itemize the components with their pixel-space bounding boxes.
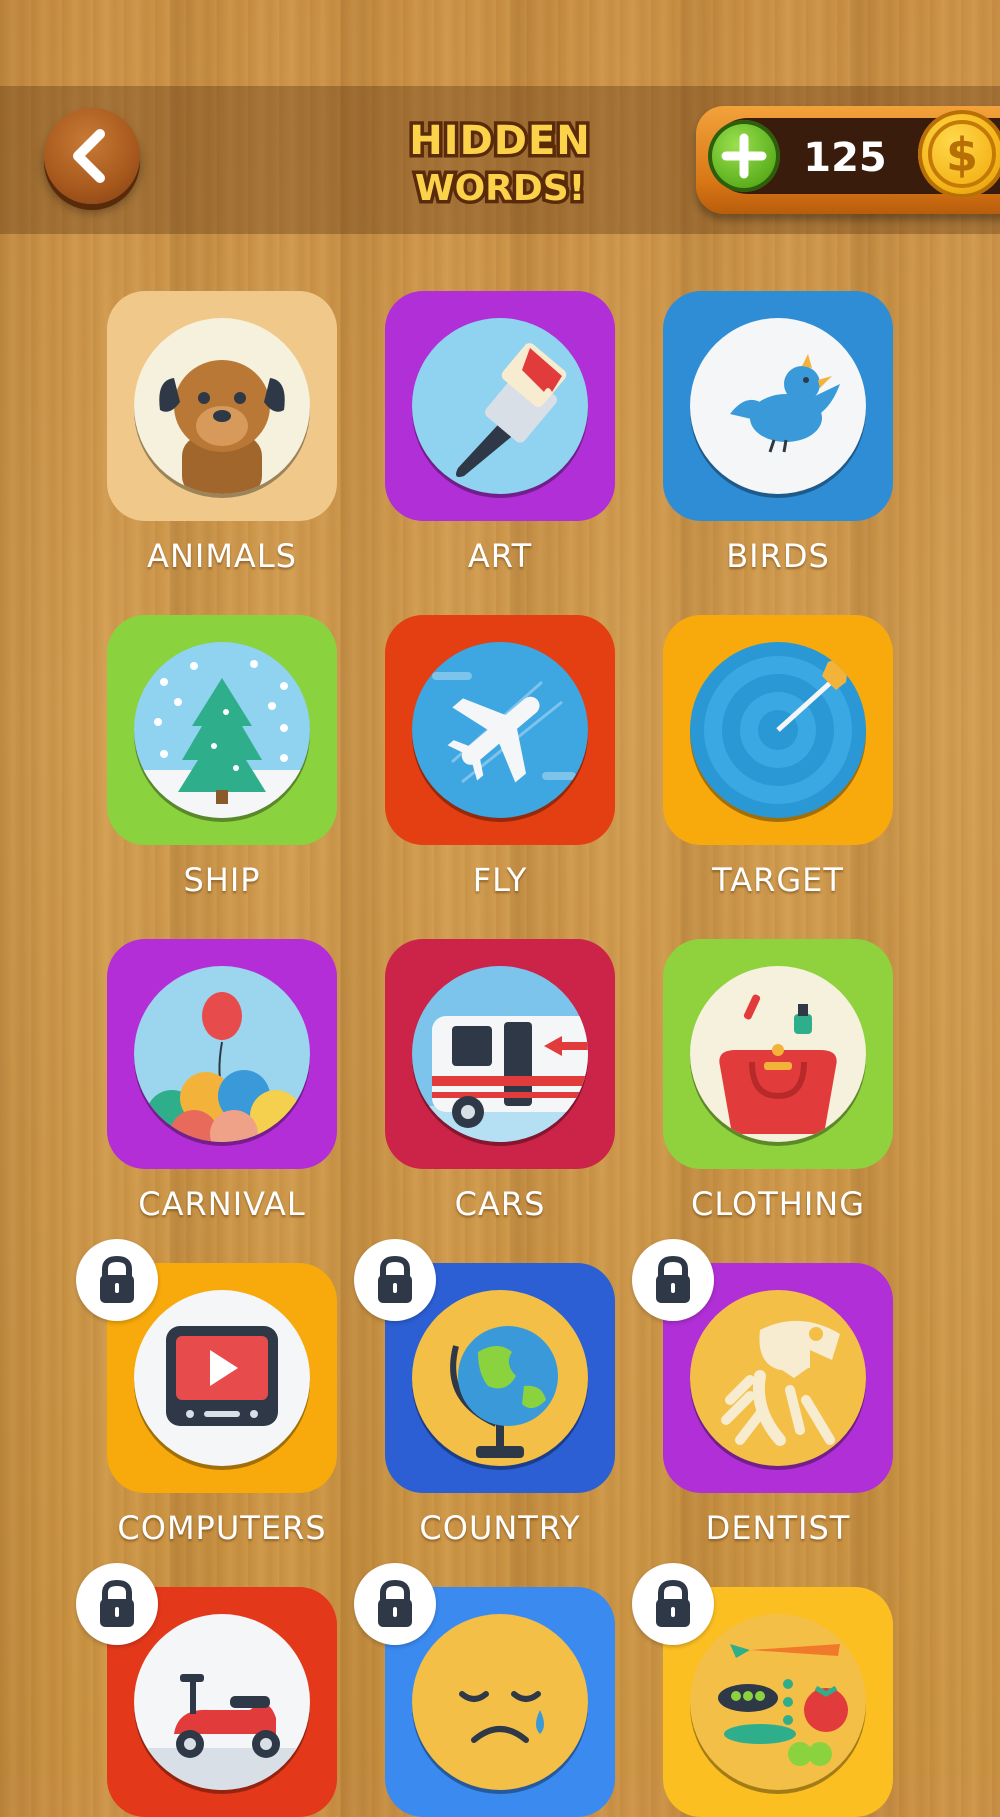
category-tile-birds[interactable] (663, 291, 893, 521)
target-arrow-icon (690, 642, 866, 818)
category-tile-art[interactable] (385, 291, 615, 521)
back-button[interactable] (44, 108, 140, 204)
category-tile-carnival[interactable] (107, 939, 337, 1169)
lock-icon (378, 1255, 412, 1303)
ambulance-icon (412, 966, 588, 1142)
coin-count: 125 (803, 135, 887, 181)
lock-icon (656, 1579, 690, 1627)
category-label: CLOTHING (691, 1185, 865, 1223)
category-label: FLY (472, 861, 528, 899)
category-tile-fly[interactable] (385, 615, 615, 845)
hidden-words-logo: HIDDEN WORDS! (390, 110, 610, 213)
balloons-icon (134, 966, 310, 1142)
svg-text:HIDDEN: HIDDEN (409, 118, 591, 164)
category-tile-ship[interactable] (107, 615, 337, 845)
lock-badge (76, 1563, 158, 1645)
category-label: COMPUTERS (117, 1509, 327, 1547)
lock-icon (100, 1255, 134, 1303)
category-tile-cars[interactable] (385, 939, 615, 1169)
dollar-coin-icon: $ (918, 110, 1000, 198)
svg-text:WORDS!: WORDS! (415, 168, 585, 209)
category-label: ART (467, 537, 533, 575)
airplane-icon (412, 642, 588, 818)
dinosaur-skeleton-icon (690, 1290, 866, 1466)
lock-icon (378, 1579, 412, 1627)
vegetables-icon (690, 1614, 866, 1790)
paintbrush-icon (412, 318, 588, 494)
sad-face-icon (412, 1614, 588, 1790)
snow-globe-tree-icon (134, 642, 310, 818)
handbag-icon (690, 966, 866, 1142)
lock-badge (632, 1563, 714, 1645)
chevron-left-icon (73, 129, 105, 183)
category-label: DENTIST (705, 1509, 851, 1547)
category-tile-animals[interactable] (107, 291, 337, 521)
tv-play-icon (134, 1290, 310, 1466)
dog-icon (134, 318, 310, 494)
category-label: CARS (454, 1185, 546, 1223)
lock-icon (656, 1255, 690, 1303)
scooter-icon (134, 1614, 310, 1790)
lock-icon (100, 1579, 134, 1627)
lock-badge (354, 1563, 436, 1645)
category-tile-target[interactable] (663, 615, 893, 845)
category-label: BIRDS (726, 537, 830, 575)
svg-text:$: $ (946, 128, 978, 182)
lock-badge (76, 1239, 158, 1321)
plus-icon (721, 133, 767, 179)
category-label: COUNTRY (419, 1509, 581, 1547)
category-label: SHIP (183, 861, 261, 899)
lock-badge (632, 1239, 714, 1321)
category-label: TARGET (712, 861, 844, 899)
add-coins-button[interactable] (708, 120, 780, 192)
bird-icon (690, 318, 866, 494)
lock-badge (354, 1239, 436, 1321)
globe-icon (412, 1290, 588, 1466)
category-tile-clothing[interactable] (663, 939, 893, 1169)
category-label: ANIMALS (147, 537, 297, 575)
category-label: CARNIVAL (138, 1185, 306, 1223)
